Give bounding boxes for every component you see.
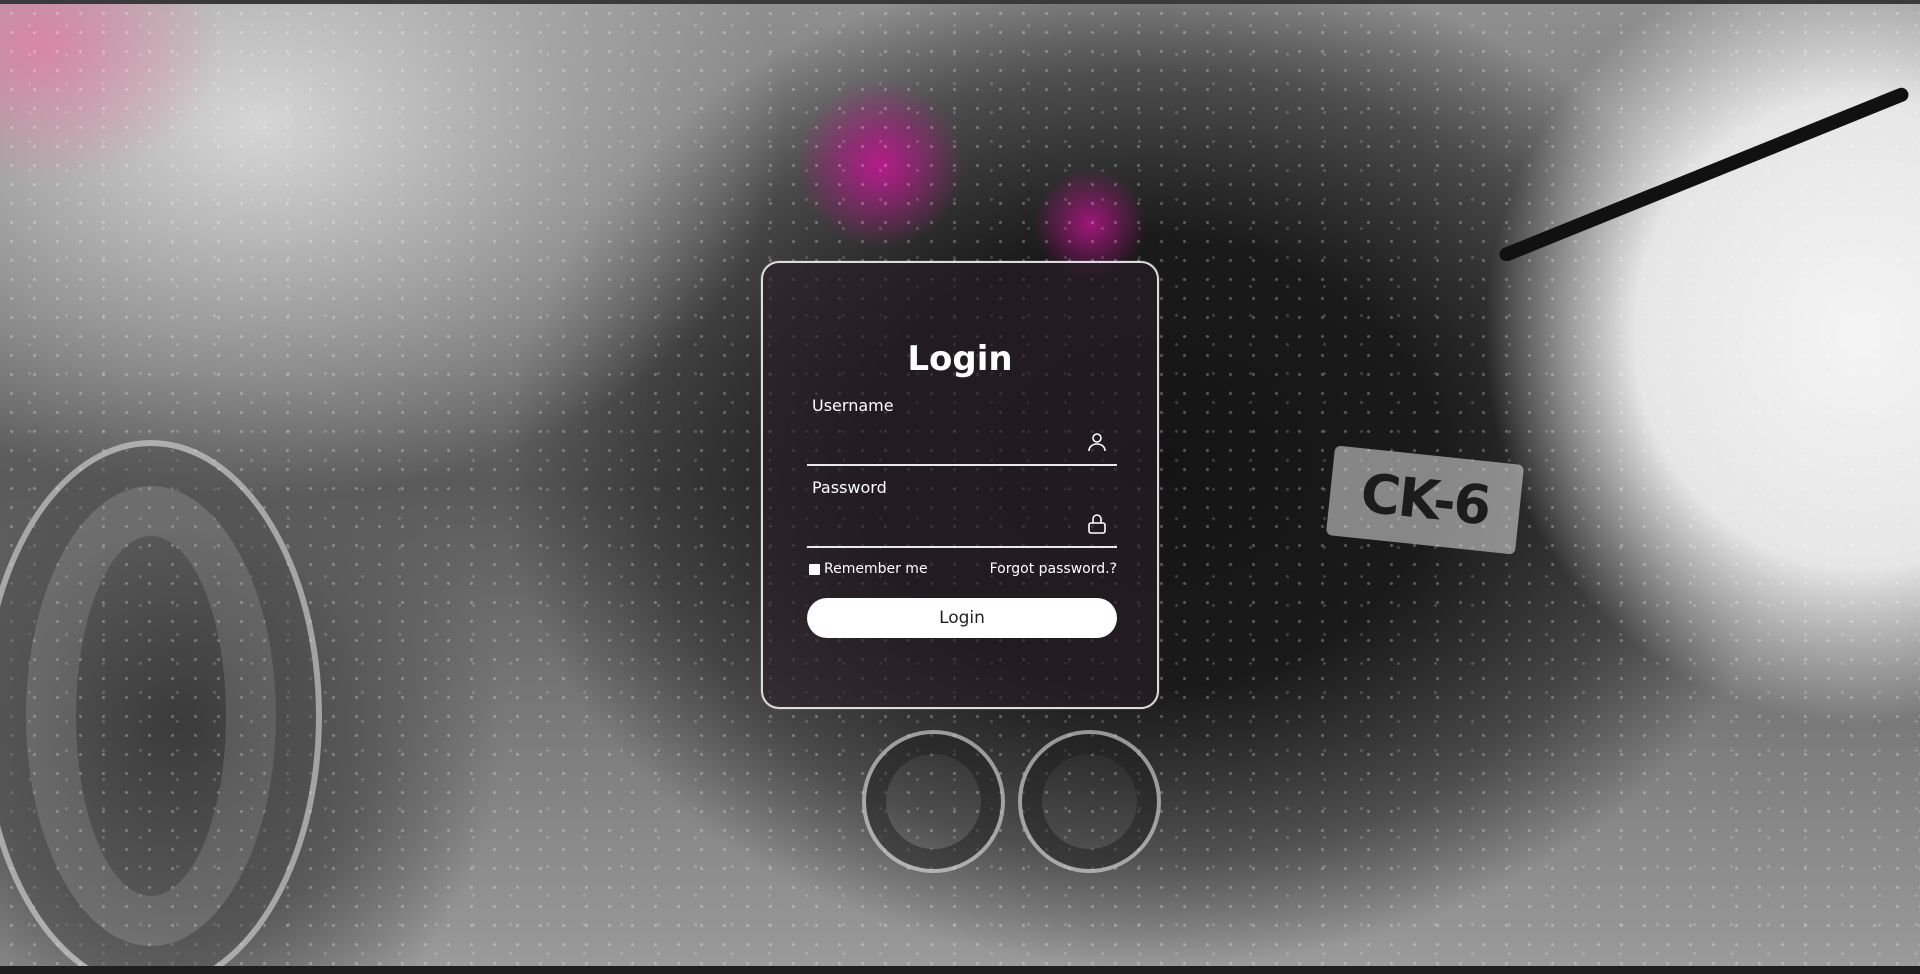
password-field: Password bbox=[807, 478, 1117, 548]
password-input[interactable] bbox=[812, 508, 1076, 542]
bottom-strip bbox=[0, 966, 1920, 974]
remember-me-label: Remember me bbox=[824, 561, 928, 577]
username-field: Username bbox=[807, 396, 1117, 466]
exhaust-pipe-right bbox=[1018, 730, 1161, 873]
password-label: Password bbox=[812, 478, 887, 497]
user-icon bbox=[1085, 430, 1109, 454]
forgot-password-link[interactable]: Forgot password.? bbox=[990, 561, 1117, 577]
page: CK-6 CMV Login Username Password bbox=[0, 0, 1920, 974]
remember-me[interactable]: Remember me bbox=[807, 561, 928, 577]
username-label: Username bbox=[812, 396, 894, 415]
top-strip bbox=[0, 0, 1920, 4]
exhaust-pipe-left bbox=[862, 730, 1005, 873]
username-input[interactable] bbox=[812, 426, 1076, 460]
login-button[interactable]: Login bbox=[807, 598, 1117, 638]
lock-icon bbox=[1085, 512, 1109, 536]
login-title: Login bbox=[907, 339, 1013, 379]
login-form: Login Username Password Remember me Forg… bbox=[761, 261, 1159, 709]
login-options-row: Remember me Forgot password.? bbox=[807, 561, 1117, 585]
remember-me-checkbox[interactable] bbox=[809, 563, 820, 575]
